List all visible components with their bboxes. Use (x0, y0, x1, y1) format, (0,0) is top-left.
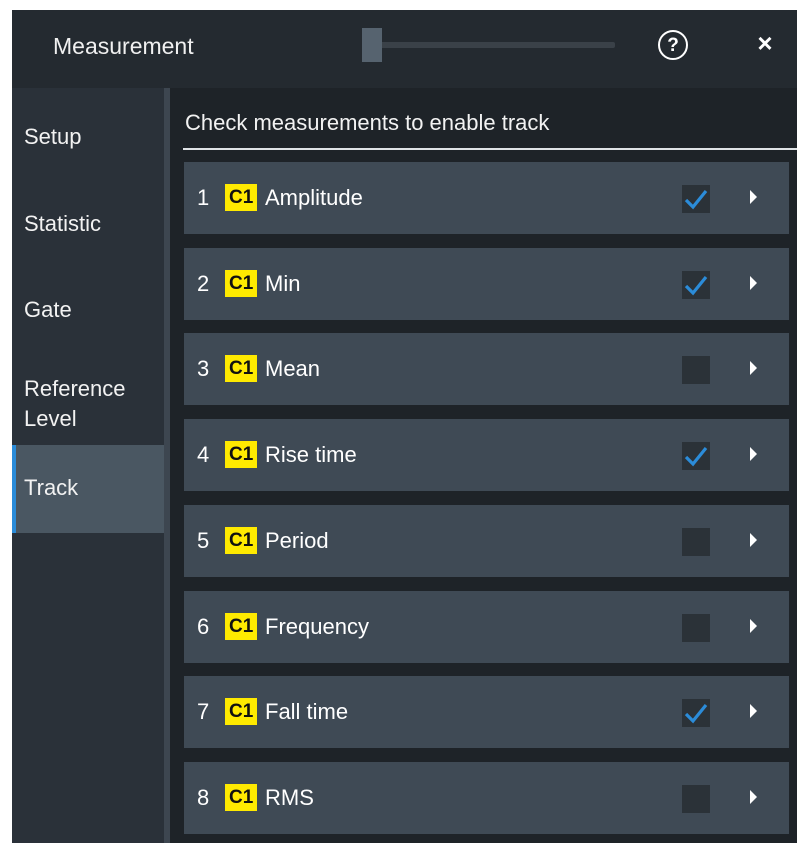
chevron-right-icon[interactable] (750, 190, 757, 204)
measurement-row[interactable]: 6 C1 Frequency (184, 591, 789, 663)
track-checkbox[interactable] (682, 271, 710, 299)
measurement-number: 4 (197, 442, 210, 467)
measurement-row[interactable]: 2 C1 Min (184, 248, 789, 320)
measurement-number: 5 (197, 528, 210, 553)
checkmark-icon (684, 703, 708, 724)
sidebar-item-label: Statistic (24, 211, 102, 236)
measurement-row[interactable]: 1 C1 Amplitude (184, 162, 789, 234)
sidebar-item-reference-level[interactable]: Reference Level (12, 370, 164, 436)
help-icon[interactable]: ? (658, 30, 688, 60)
measurement-name: Period (265, 528, 329, 553)
sidebar-item-label: Gate (24, 297, 72, 322)
source-badge: C1 (225, 270, 258, 297)
track-checkbox[interactable] (682, 785, 710, 813)
sidebar-item-setup[interactable]: Setup (12, 118, 164, 158)
measurement-name: Frequency (265, 614, 369, 639)
chevron-right-icon[interactable] (750, 619, 757, 633)
track-checkbox[interactable] (682, 528, 710, 556)
source-badge: C1 (225, 355, 258, 382)
sidebar: Setup Statistic Gate Reference Level Tra… (12, 88, 164, 843)
panel-header: Check measurements to enable track (185, 110, 550, 135)
chevron-right-icon[interactable] (750, 790, 757, 804)
measurement-name: Mean (265, 356, 321, 381)
measurement-row[interactable]: 8 C1 RMS (184, 762, 789, 834)
header-divider (183, 148, 797, 150)
sidebar-item-label: Setup (24, 124, 82, 149)
checkmark-icon (684, 189, 708, 210)
track-checkbox[interactable] (682, 442, 710, 470)
chevron-right-icon[interactable] (750, 361, 757, 375)
transparency-slider-handle[interactable] (362, 28, 382, 62)
source-badge: C1 (225, 527, 258, 554)
sidebar-item-statistic[interactable]: Statistic (12, 205, 164, 245)
measurement-name: Min (265, 271, 301, 296)
source-badge: C1 (225, 613, 258, 640)
measurement-row[interactable]: 7 C1 Fall time (184, 676, 789, 748)
source-badge: C1 (225, 184, 258, 211)
measurement-name: RMS (265, 785, 314, 810)
track-checkbox[interactable] (682, 699, 710, 727)
measurement-row[interactable]: 3 C1 Mean (184, 333, 789, 405)
chevron-right-icon[interactable] (750, 276, 757, 290)
measurement-name: Fall time (265, 699, 349, 724)
sidebar-item-track[interactable]: Track (12, 445, 164, 533)
measurement-number: 3 (197, 356, 210, 381)
source-badge: C1 (225, 441, 258, 468)
measurement-number: 2 (197, 271, 210, 296)
measurement-name: Amplitude (265, 185, 363, 210)
measurement-name: Rise time (265, 442, 357, 467)
title-bar: Measurement ? × (12, 10, 797, 88)
close-icon[interactable]: × (750, 28, 780, 58)
checkmark-icon (684, 275, 708, 296)
source-badge: C1 (225, 784, 258, 811)
measurement-row[interactable]: 5 C1 Period (184, 505, 789, 577)
checkmark-icon (684, 446, 708, 467)
measurement-row[interactable]: 4 C1 Rise time (184, 419, 789, 491)
dialog-title: Measurement (53, 33, 194, 59)
track-checkbox[interactable] (682, 356, 710, 384)
sidebar-item-label: Track (24, 475, 79, 500)
measurement-number: 7 (197, 699, 210, 724)
track-panel: Check measurements to enable track 1 C1 Am… (170, 88, 797, 843)
chevron-right-icon[interactable] (750, 533, 757, 547)
track-checkbox[interactable] (682, 185, 710, 213)
measurement-number: 1 (197, 185, 210, 210)
measurement-dialog: Measurement ? × Setup Statistic Gate Ref… (12, 10, 797, 843)
measurement-number: 6 (197, 614, 210, 639)
source-badge: C1 (225, 698, 258, 725)
measurement-number: 8 (197, 785, 210, 810)
transparency-slider-track[interactable] (362, 42, 615, 48)
chevron-right-icon[interactable] (750, 447, 757, 461)
track-checkbox[interactable] (682, 614, 710, 642)
sidebar-item-gate[interactable]: Gate (12, 291, 164, 331)
sidebar-item-label: Reference Level (24, 376, 126, 431)
chevron-right-icon[interactable] (750, 704, 757, 718)
